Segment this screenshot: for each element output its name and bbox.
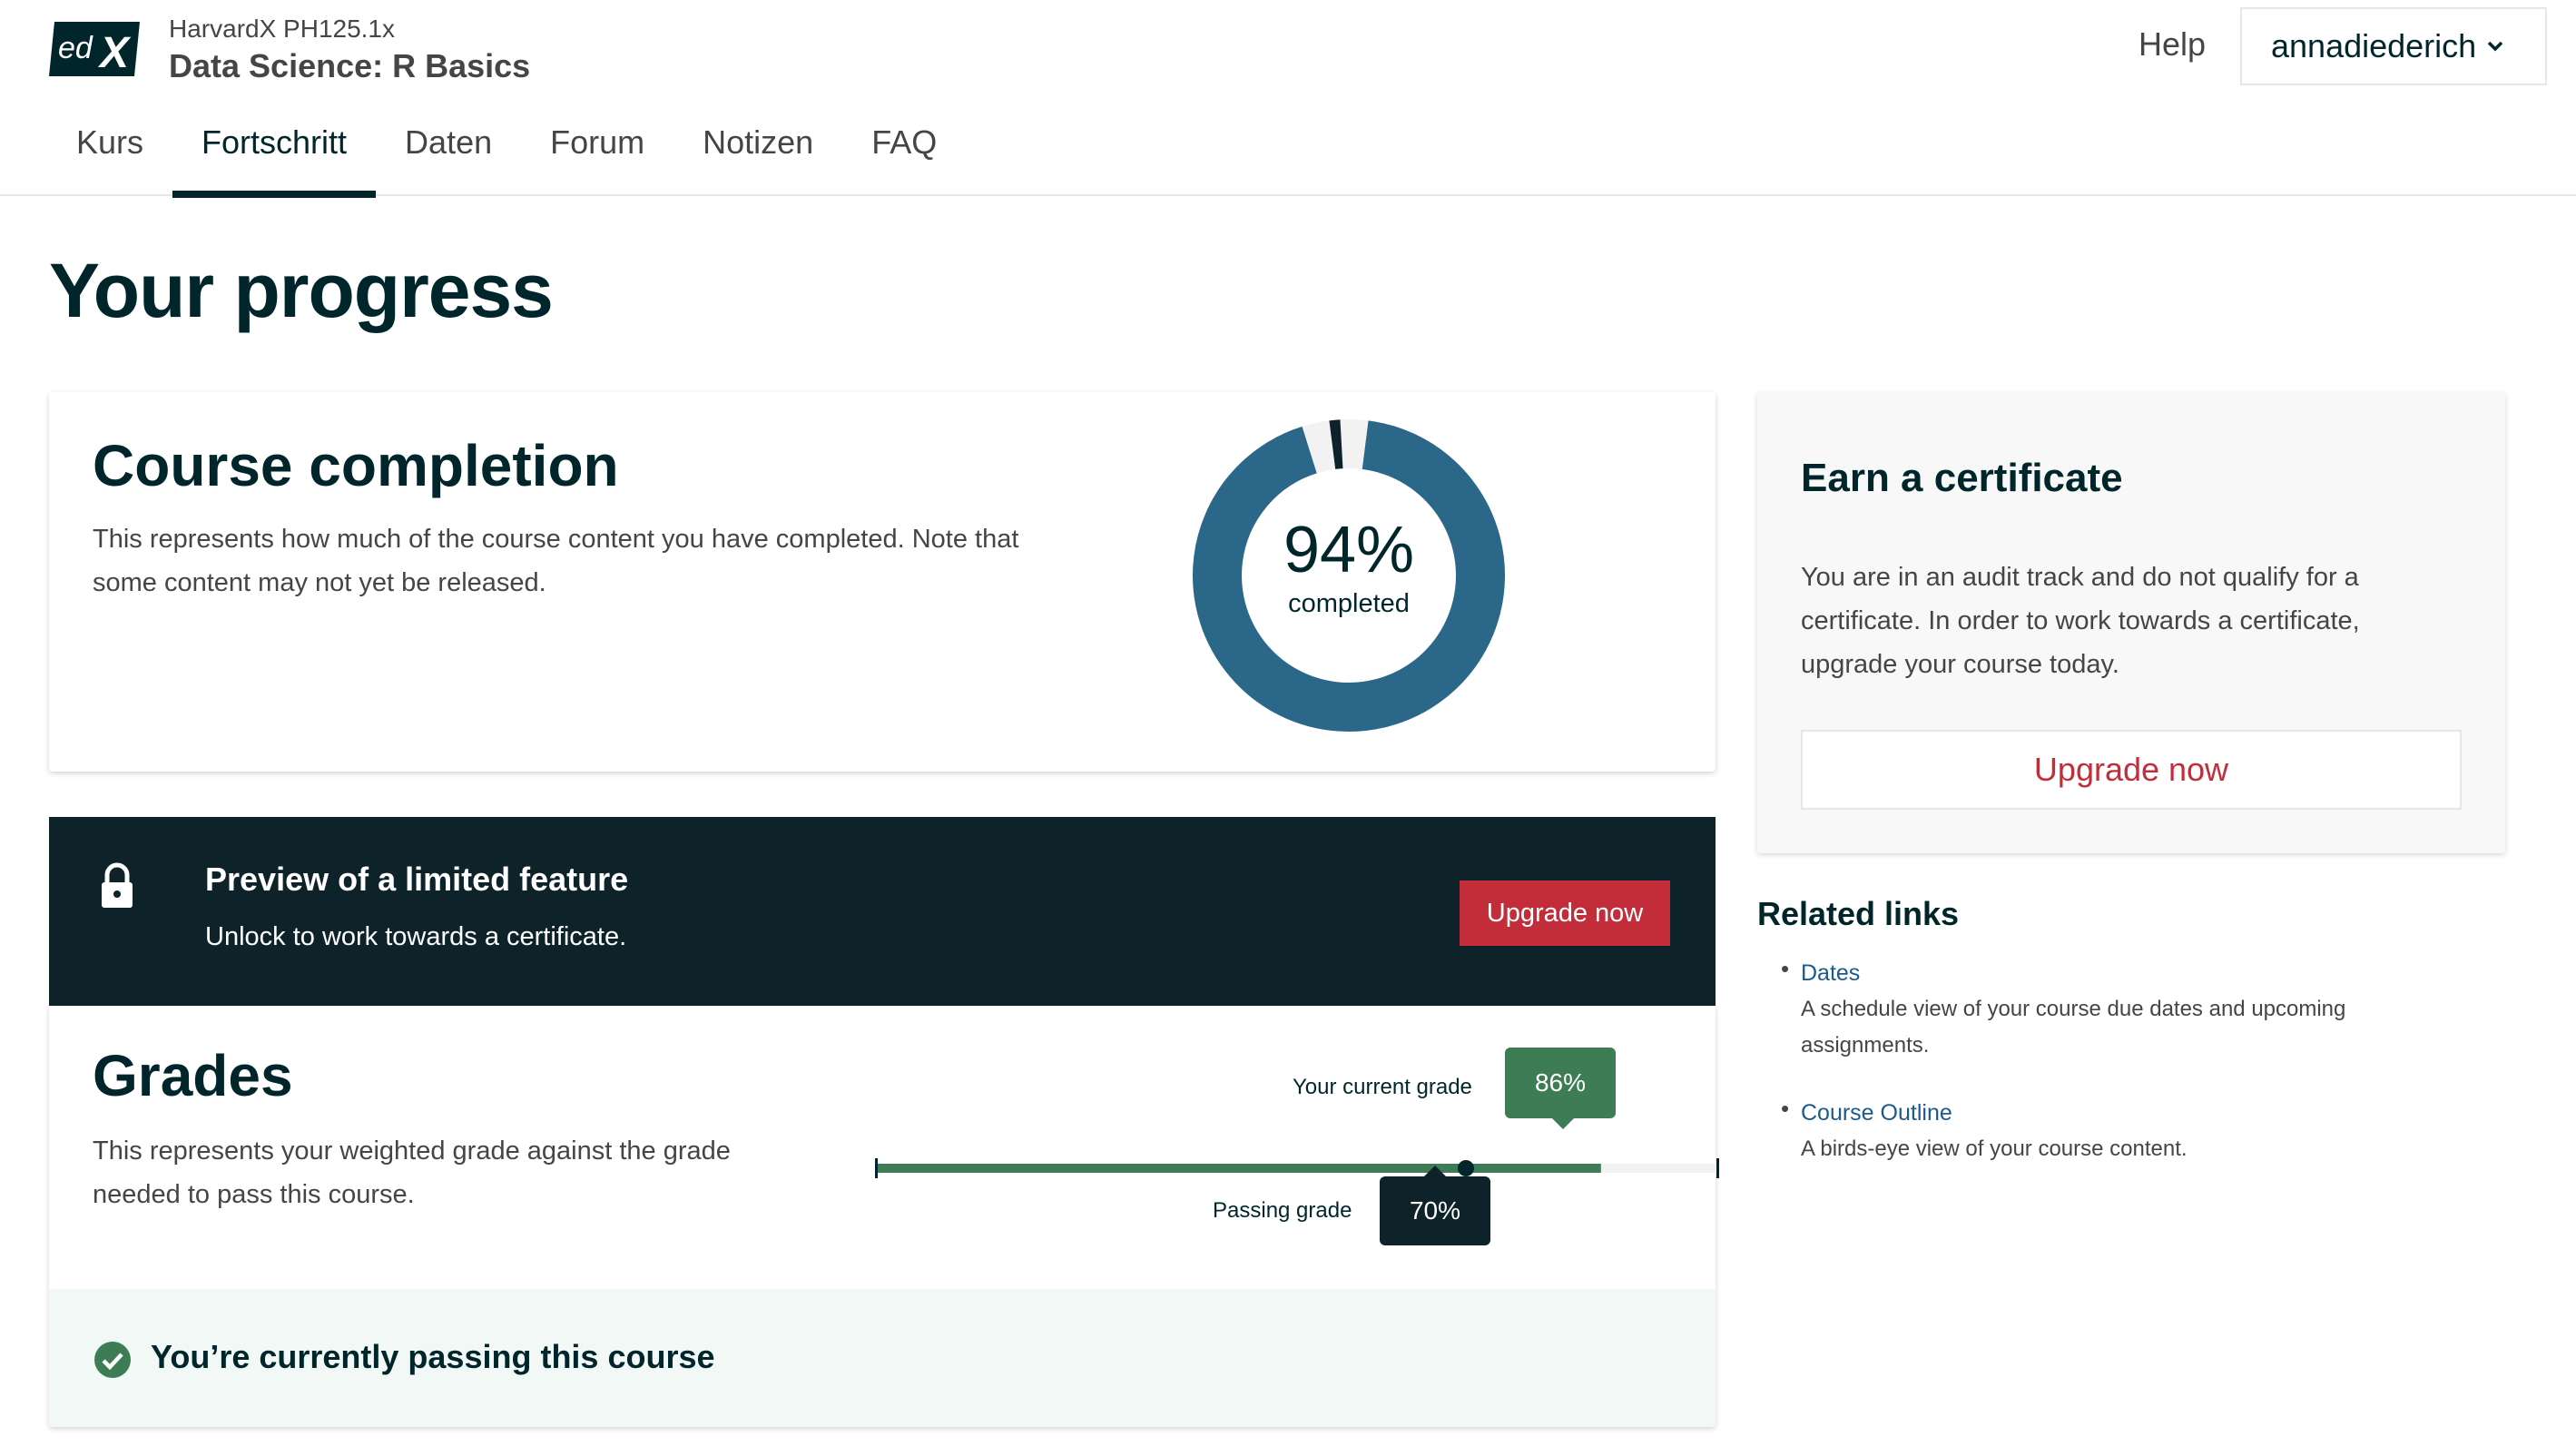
dates-description: A schedule view of your course due dates…: [1801, 997, 2346, 1058]
tab-forum[interactable]: Forum: [521, 111, 673, 196]
chevron-down-icon: [2487, 41, 2503, 52]
passing-grade-label: Passing grade: [1213, 1198, 1352, 1223]
certificate-title: Earn a certificate: [1801, 456, 2123, 500]
course-header: ed X HarvardX PH125.1x Data Science: R B…: [0, 0, 2576, 198]
dates-link[interactable]: Dates: [1801, 955, 2471, 991]
edx-logo[interactable]: ed X: [49, 22, 140, 76]
current-grade-label: Your current grade: [1293, 1075, 1472, 1099]
locked-feature-title: Preview of a limited feature: [205, 861, 629, 898]
check-circle-icon: [94, 1342, 131, 1378]
grades-description: This represents your weighted grade agai…: [93, 1136, 731, 1209]
svg-text:X: X: [97, 29, 132, 76]
related-link-item: Dates A schedule view of your course due…: [1781, 955, 2471, 1064]
page-title: Your progress: [49, 248, 554, 333]
grades-title: Grades: [93, 1043, 293, 1108]
passing-status-text: You’re currently passing this course: [151, 1338, 715, 1375]
tab-notizen[interactable]: Notizen: [673, 111, 842, 196]
completion-percent: 94%: [1283, 514, 1414, 586]
tab-faq[interactable]: FAQ: [842, 111, 966, 196]
locked-feature-banner: Preview of a limited feature Unlock to w…: [49, 817, 1716, 1006]
grade-bar: [875, 1158, 1719, 1178]
passing-grade-marker: [1458, 1160, 1474, 1176]
tab-daten[interactable]: Daten: [376, 111, 521, 196]
related-links-title: Related links: [1757, 895, 1960, 932]
passing-grade-badge: 70%: [1380, 1166, 1490, 1245]
earn-certificate-card: Earn a certificate You are in an audit t…: [1757, 392, 2505, 853]
completion-donut-chart: 94% completed: [1193, 419, 1505, 732]
related-link-item: Course Outline A birds-eye view of your …: [1781, 1095, 2471, 1167]
lock-icon: [102, 862, 133, 908]
help-link[interactable]: Help: [2138, 25, 2206, 64]
upgrade-now-button[interactable]: Upgrade now: [1460, 880, 1670, 946]
grade-bar-start-tick: [875, 1158, 878, 1178]
course-outline-description: A birds-eye view of your course content.: [1801, 1136, 2188, 1161]
course-org: HarvardX PH125.1x: [169, 15, 396, 43]
completion-description: This represents how much of the course c…: [93, 525, 1019, 597]
completion-title: Course completion: [93, 433, 619, 498]
course-outline-link[interactable]: Course Outline: [1801, 1095, 2471, 1131]
username: annadiederich: [2271, 27, 2477, 64]
course-tabs: Kurs Fortschritt Daten Forum Notizen FAQ: [47, 111, 966, 198]
current-grade-badge: 86%: [1505, 1048, 1616, 1129]
tab-fortschritt[interactable]: Fortschritt: [172, 111, 377, 198]
grade-bar-end-tick: [1716, 1158, 1719, 1178]
svg-text:ed: ed: [58, 31, 93, 65]
grade-bar-fill: [875, 1164, 1601, 1173]
certificate-upgrade-button[interactable]: Upgrade now: [1801, 730, 2462, 810]
tab-kurs[interactable]: Kurs: [47, 111, 172, 196]
grades-card: Grades This represents your weighted gra…: [49, 1006, 1719, 1427]
certificate-text: You are in an audit track and do not qua…: [1801, 563, 2360, 679]
passing-status: You’re currently passing this course: [49, 1289, 1716, 1427]
course-completion-card: Course completion This represents how mu…: [49, 392, 1716, 772]
completion-caption: completed: [1288, 589, 1410, 618]
user-menu-dropdown[interactable]: annadiederich: [2240, 7, 2547, 85]
course-title: Data Science: R Basics: [169, 47, 531, 84]
related-links-list: Dates A schedule view of your course due…: [1781, 955, 2471, 1198]
locked-feature-subtitle: Unlock to work towards a certificate.: [205, 922, 627, 951]
